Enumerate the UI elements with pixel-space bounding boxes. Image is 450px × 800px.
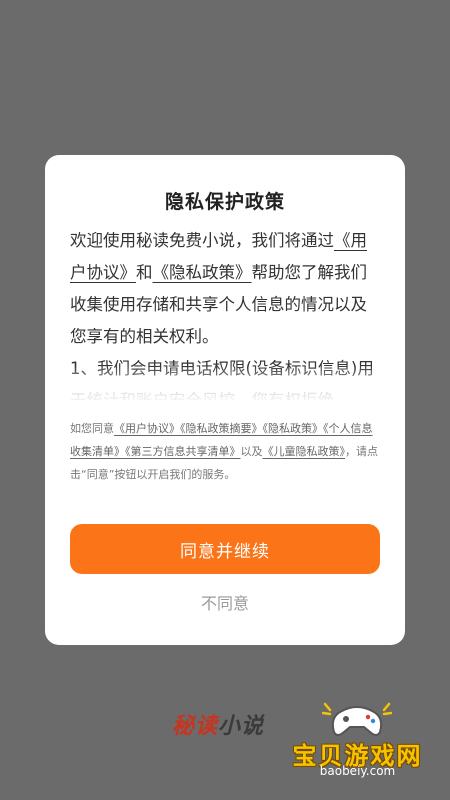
disagree-button[interactable]: 不同意 <box>45 590 405 614</box>
dialog-title: 隐私保护政策 <box>164 191 285 213</box>
consent-link-user-agreement[interactable]: 《用户协议》 <box>114 422 180 435</box>
and-text: 和 <box>136 263 153 282</box>
consent-prefix: 如您同意 <box>70 422 114 435</box>
policy-intro-paragraph: 欢迎使用秘读免费小说，我们将通过《用户协议》和《隐私政策》帮助您了解我们收集使用… <box>70 225 380 353</box>
consent-link-children-privacy[interactable]: 《儿童隐私政策》 <box>263 445 346 458</box>
consent-link-third-party-list[interactable]: 《第三方信息共享清单》 <box>125 445 241 458</box>
consent-link-privacy-summary[interactable]: 《隐私政策摘要》 <box>180 422 263 435</box>
consent-link-privacy-policy[interactable]: 《隐私政策》 <box>263 422 324 435</box>
policy-item-1: 1、我们会申请电话权限(设备标识信息)用于统计和账户安全风控，您有权拒绝 <box>70 359 374 400</box>
site-watermark: 宝贝游戏网 baobeiy.com <box>270 700 445 790</box>
privacy-policy-dialog: 隐私保护政策 欢迎使用秘读免费小说，我们将通过《用户协议》和《隐私政策》帮助您了… <box>45 155 405 645</box>
privacy-policy-link[interactable]: 《隐私政策》 <box>153 263 252 282</box>
agree-continue-button[interactable]: 同意并继续 <box>70 524 380 574</box>
gamepad-icon <box>321 700 393 740</box>
watermark-domain: baobeiy.com <box>319 764 396 778</box>
intro-text-before: 欢迎使用秘读免费小说，我们将通过 <box>70 231 334 250</box>
policy-text-scroll-area[interactable]: 欢迎使用秘读免费小说，我们将通过《用户协议》和《隐私政策》帮助您了解我们收集使用… <box>70 225 380 400</box>
app-logo-part2: 小说 <box>218 714 265 739</box>
consent-notice: 如您同意《用户协议》《隐私政策摘要》《隐私政策》《个人信息收集清单》《第三方信息… <box>70 417 380 486</box>
consent-and: 以及 <box>240 445 263 458</box>
app-logo-part1: 秘读 <box>172 714 219 739</box>
app-logo: 秘读小说 <box>172 708 264 740</box>
